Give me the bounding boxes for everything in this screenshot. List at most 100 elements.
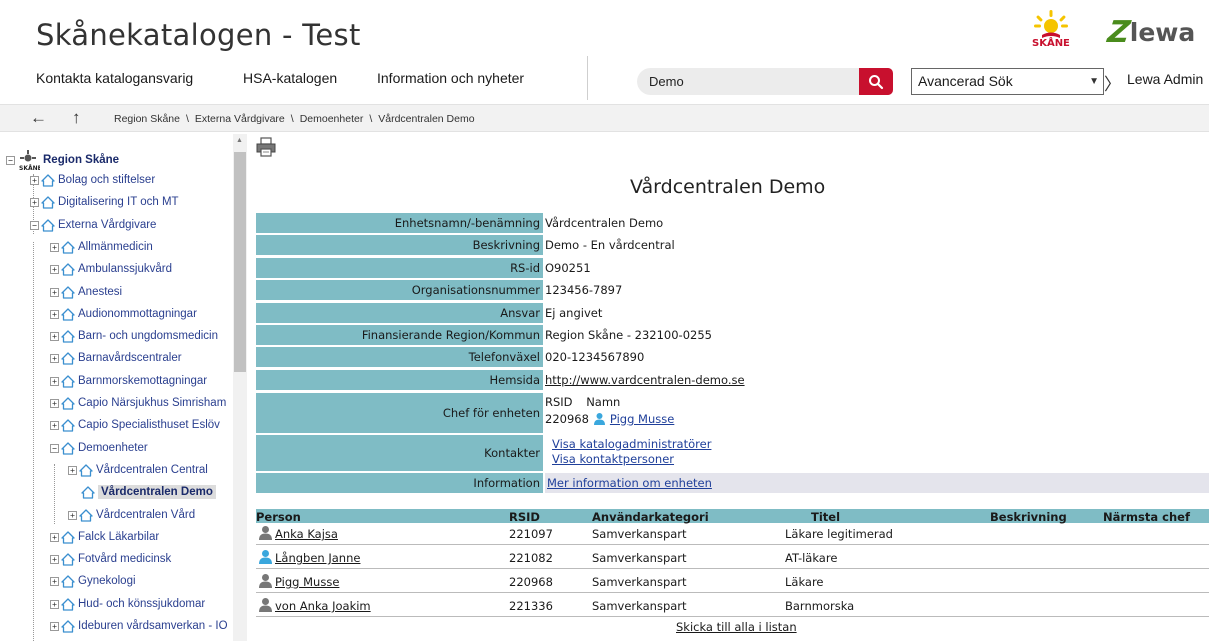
chevron-right-icon[interactable]: 〉 bbox=[1104, 70, 1121, 95]
tree-item[interactable]: + Gynekologi bbox=[50, 572, 136, 590]
col-header[interactable]: Titel bbox=[811, 510, 840, 524]
back-arrow-icon[interactable]: ← bbox=[30, 108, 47, 128]
tree-item[interactable]: + Digitalisering IT och MT bbox=[30, 193, 179, 211]
tree-collapse-toggle[interactable]: − bbox=[30, 220, 39, 230]
link-visa-kontaktpersoner[interactable]: Visa kontaktpersoner bbox=[552, 452, 674, 466]
person-name-link[interactable]: Pigg Musse bbox=[275, 575, 339, 589]
tree-label[interactable]: Region Skåne bbox=[43, 154, 119, 166]
person-name-link[interactable]: von Anka Joakim bbox=[275, 599, 371, 613]
region-skane-logo[interactable]: SKÅNE bbox=[1030, 8, 1072, 52]
tree-label[interactable]: Allmänmedicin bbox=[78, 241, 153, 253]
tree-label[interactable]: Gynekologi bbox=[78, 575, 136, 587]
col-header[interactable]: Närmsta chef bbox=[1103, 510, 1190, 524]
tree-label[interactable]: Barnmorskemottagningar bbox=[78, 375, 207, 387]
tree-label[interactable]: Digitalisering IT och MT bbox=[58, 196, 179, 208]
tree-label[interactable]: Vårdcentralen Vård bbox=[96, 509, 195, 521]
send-to-all-link[interactable]: Skicka till alla i listan bbox=[676, 620, 797, 634]
col-header[interactable]: Person bbox=[256, 510, 301, 524]
table-row[interactable]: Anka Kajsa 221097 Samverkanspart Läkare leg… bbox=[256, 523, 1209, 545]
tree-item[interactable]: + Capio Specialisthuset Eslöv bbox=[50, 416, 220, 434]
tree-expand-toggle[interactable]: + bbox=[50, 554, 59, 564]
col-header[interactable]: RSID bbox=[509, 510, 540, 524]
tree-root[interactable]: − SKÅNE Region Skåne bbox=[6, 150, 119, 171]
tree-label[interactable]: Capio Specialisthuset Eslöv bbox=[78, 419, 220, 431]
tree-expand-toggle[interactable]: + bbox=[50, 621, 59, 631]
tree-label[interactable]: Ideburen vårdsamverkan - IO bbox=[78, 620, 228, 632]
tree-item[interactable]: + Hud- och könssjukdomar bbox=[50, 595, 205, 613]
person-name-link[interactable]: Långben Janne bbox=[275, 551, 360, 565]
tree-item[interactable]: + Bolag och stiftelser bbox=[30, 171, 155, 189]
table-row[interactable]: Långben Janne 221082 Samverkanspart AT-läka… bbox=[256, 547, 1209, 569]
tree-item[interactable]: + Ideburen vårdsamverkan - IO bbox=[50, 617, 228, 635]
tree-expand-toggle[interactable]: + bbox=[50, 309, 59, 319]
tree-expand-toggle[interactable]: + bbox=[50, 420, 59, 430]
tree-item[interactable]: + Falck Läkarbilar bbox=[50, 528, 159, 546]
breadcrumb-item[interactable]: Vårdcentralen Demo bbox=[378, 113, 474, 125]
tree-expand-toggle[interactable]: + bbox=[50, 287, 59, 297]
col-header[interactable]: Beskrivning bbox=[990, 510, 1067, 524]
tree-item[interactable]: + Allmänmedicin bbox=[50, 238, 153, 256]
tree-expand-toggle[interactable]: + bbox=[50, 532, 59, 542]
tree-label[interactable]: Bolag och stiftelser bbox=[58, 174, 155, 186]
scroll-up-icon[interactable]: ▲ bbox=[236, 137, 243, 144]
tree-item[interactable]: + Barnavårdscentraler bbox=[50, 349, 182, 367]
tree-expand-toggle[interactable]: + bbox=[50, 353, 59, 363]
tree-item[interactable]: + Barnmorskemottagningar bbox=[50, 372, 207, 390]
nav-hsa-katalogen[interactable]: HSA-katalogen bbox=[243, 70, 337, 86]
tree-scrollbar-thumb[interactable] bbox=[234, 152, 246, 372]
tree-expand-toggle[interactable]: + bbox=[30, 197, 39, 207]
search-button[interactable] bbox=[859, 68, 893, 95]
tree-label[interactable]: Audionommottagningar bbox=[78, 308, 197, 320]
tree-expand-toggle[interactable]: + bbox=[50, 331, 59, 341]
table-row[interactable]: von Anka Joakim 221336 Samverkanspart Barnm… bbox=[256, 595, 1209, 617]
person-name-link[interactable]: Anka Kajsa bbox=[275, 527, 338, 541]
tree-expand-toggle[interactable]: + bbox=[68, 510, 77, 520]
tree-expand-toggle[interactable]: + bbox=[50, 398, 59, 408]
tree-label[interactable]: Barnavårdscentraler bbox=[78, 352, 182, 364]
tree-expand-toggle[interactable]: + bbox=[50, 599, 59, 609]
tree-expand-toggle[interactable]: + bbox=[50, 242, 59, 252]
tree-expand-toggle[interactable]: + bbox=[50, 376, 59, 386]
homepage-link[interactable]: http://www.vardcentralen-demo.se bbox=[545, 370, 745, 390]
tree-label[interactable]: Hud- och könssjukdomar bbox=[78, 598, 205, 610]
tree-item[interactable]: + Fotvård medicinsk bbox=[50, 550, 171, 568]
tree-label[interactable]: Capio Närsjukhus Simrisham bbox=[78, 397, 226, 409]
tree-expand-toggle[interactable]: + bbox=[30, 175, 39, 185]
tree-item[interactable]: + Barn- och ungdomsmedicin bbox=[50, 327, 218, 345]
chef-name-link[interactable]: Pigg Musse bbox=[610, 412, 674, 426]
tree-item[interactable]: + Ambulanssjukvård bbox=[50, 260, 172, 278]
tree-label[interactable]: Externa Vårdgivare bbox=[58, 219, 156, 231]
up-arrow-icon[interactable]: ↑ bbox=[72, 108, 81, 128]
tree-item[interactable]: − Demoenheter bbox=[50, 439, 148, 457]
search-input[interactable] bbox=[637, 68, 859, 95]
tree-item[interactable]: + Anestesi bbox=[50, 283, 122, 301]
tree-item[interactable]: + Capio Närsjukhus Simrisham bbox=[50, 394, 226, 412]
tree-expand-toggle[interactable]: + bbox=[68, 465, 77, 475]
breadcrumb-item[interactable]: Demoenheter bbox=[300, 113, 364, 125]
tree-item[interactable]: − Externa Vårdgivare bbox=[30, 216, 156, 234]
nav-information-och-nyheter[interactable]: Information och nyheter bbox=[377, 70, 524, 86]
breadcrumb-item[interactable]: Region Skåne bbox=[114, 113, 180, 125]
tree-expand-toggle[interactable]: + bbox=[50, 576, 59, 586]
link-mer-information[interactable]: Mer information om enheten bbox=[547, 476, 712, 490]
tree-label[interactable]: Vårdcentralen Central bbox=[96, 464, 208, 476]
tree-collapse-toggle[interactable]: − bbox=[6, 155, 15, 165]
tree-item[interactable]: + Vårdcentralen Vård bbox=[68, 506, 195, 524]
col-header[interactable]: Användarkategori bbox=[592, 510, 709, 524]
tree-label[interactable]: Ambulanssjukvård bbox=[78, 263, 172, 275]
tree-item[interactable]: + Vårdcentralen Central bbox=[68, 461, 208, 479]
advanced-search-select[interactable]: Avancerad Sök ▼ bbox=[911, 68, 1104, 95]
tree-label[interactable]: Barn- och ungdomsmedicin bbox=[78, 330, 218, 342]
print-button[interactable] bbox=[256, 137, 276, 162]
tree-label[interactable]: Fotvård medicinsk bbox=[78, 553, 171, 565]
tree-label[interactable]: Vårdcentralen Demo bbox=[98, 485, 216, 499]
tree-collapse-toggle[interactable]: − bbox=[50, 443, 59, 453]
tree-label[interactable]: Anestesi bbox=[78, 286, 122, 298]
table-row[interactable]: Pigg Musse 220968 Samverkanspart Läkare bbox=[256, 571, 1209, 593]
link-visa-katalogadministratorer[interactable]: Visa katalogadministratörer bbox=[552, 437, 711, 451]
tree-item[interactable]: + Audionommottagningar bbox=[50, 305, 197, 323]
user-menu[interactable]: Lewa Admin bbox=[1127, 71, 1203, 87]
tree-item[interactable]: Vårdcentralen Demo bbox=[68, 483, 216, 501]
breadcrumb-item[interactable]: Externa Vårdgivare bbox=[195, 113, 285, 125]
lewa-logo[interactable]: Z lewa bbox=[1106, 14, 1196, 50]
